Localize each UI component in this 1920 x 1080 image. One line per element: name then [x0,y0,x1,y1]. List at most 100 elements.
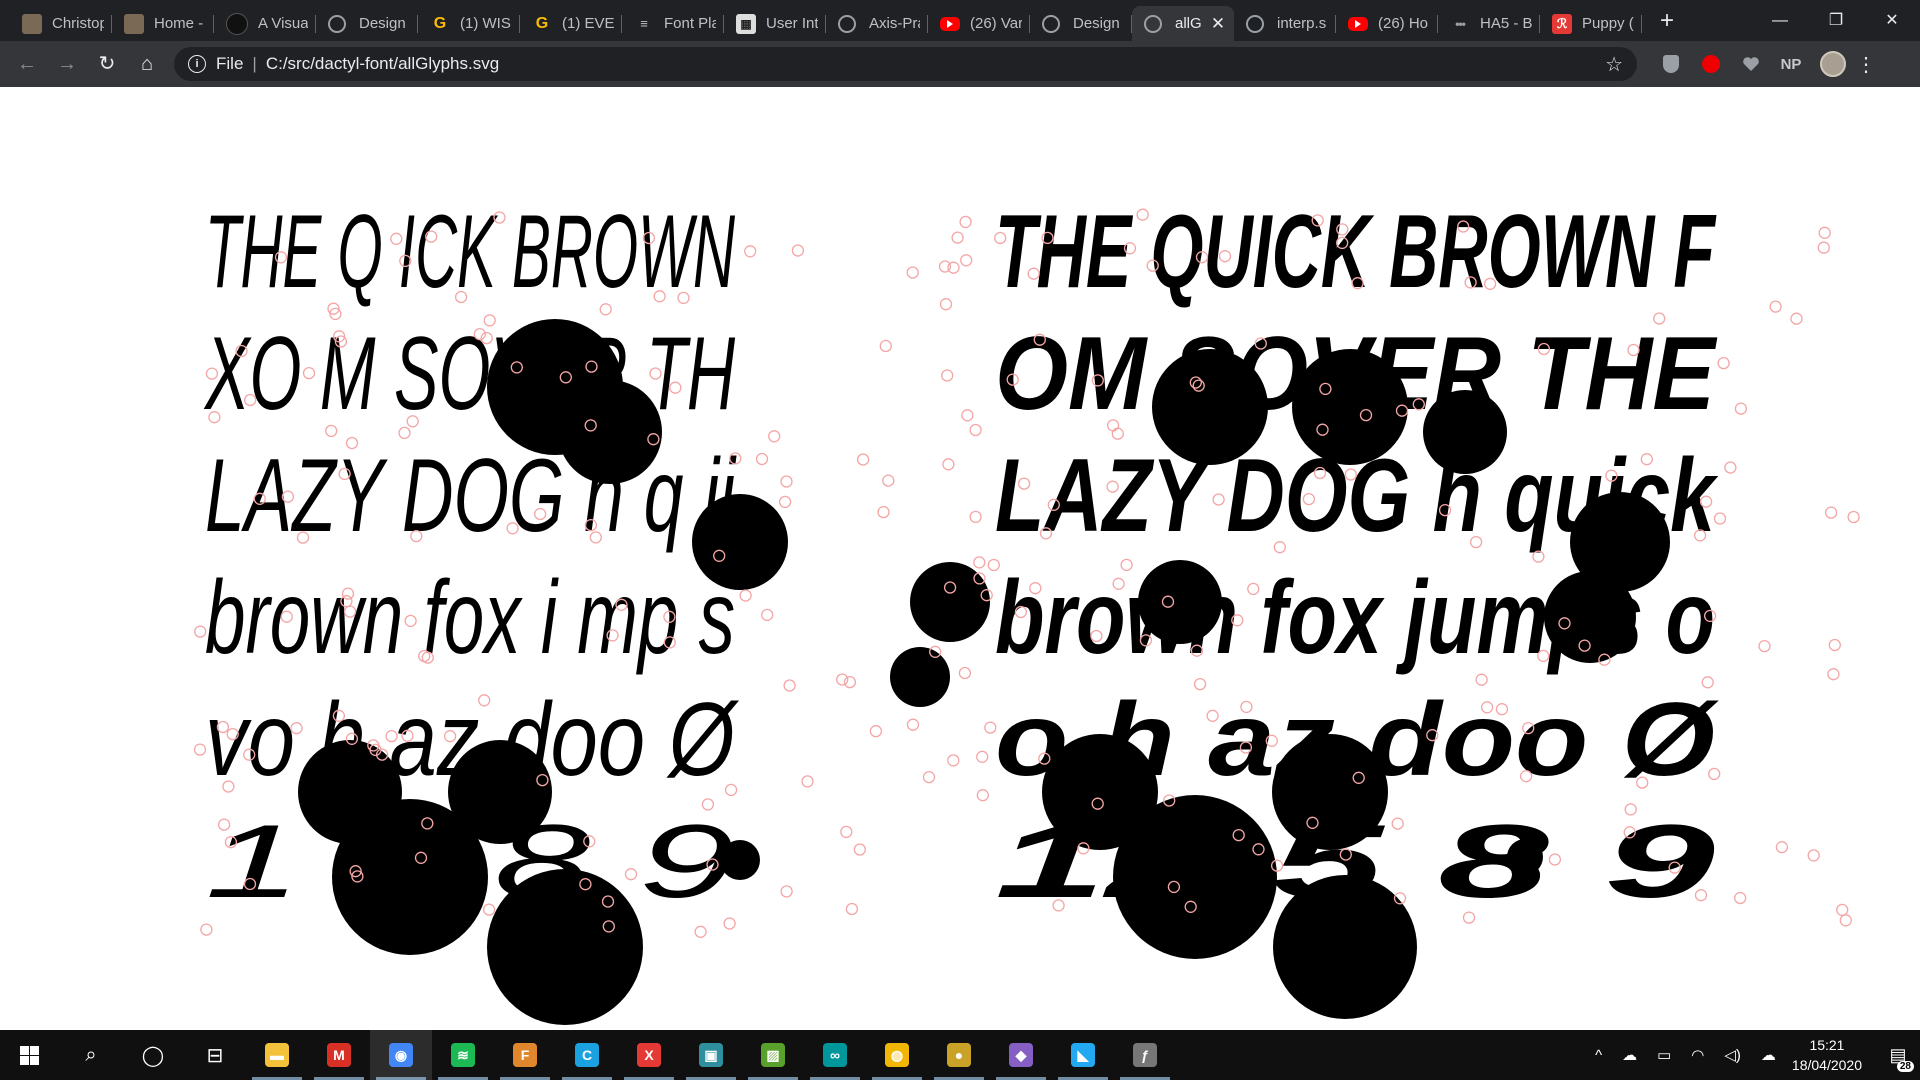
minimize-button[interactable]: — [1752,0,1808,41]
tab-10[interactable]: Design [1030,6,1132,41]
glyph-line: brown fox jumps o [995,560,1715,676]
youtube-icon [940,16,960,31]
photo-icon [124,13,144,34]
tab-6[interactable]: ≡ Font Pla [622,6,724,41]
control-point-marker [761,608,774,622]
fontforge-taskbar-icon[interactable]: F [494,1030,556,1080]
reload-button[interactable]: ↻ [92,49,122,79]
control-point-marker [960,254,973,267]
control-point-marker [1818,226,1831,239]
tab-label: interp.s [1277,15,1327,32]
control-point-marker [1724,461,1737,474]
chrome-taskbar-icon[interactable]: ◉ [370,1030,432,1080]
control-point-marker [942,458,955,471]
g-icon: G [535,14,549,32]
control-point-marker [801,775,814,788]
control-point-marker [961,409,974,422]
task-view-taskbar-icon[interactable]: ⊟ [184,1030,246,1080]
site-info-icon[interactable]: i [188,55,206,73]
tab-15[interactable]: ℛ Puppy ( [1540,6,1642,41]
tab-0[interactable]: Christop [10,6,112,41]
control-point-marker [1758,639,1771,653]
tab-label: (1) EVEF [562,15,614,32]
visual-studio-taskbar-icon[interactable]: ◆ [990,1030,1052,1080]
globe-icon [1042,14,1060,33]
profile-avatar[interactable] [1820,51,1846,77]
new-tab-button[interactable]: + [1652,6,1682,36]
spotify-taskbar-icon[interactable]: ≋ [432,1030,494,1080]
tab-1[interactable]: Home - [112,6,214,41]
heart-puzzle-icon [1743,57,1759,71]
home-button[interactable]: ⌂ [132,49,162,79]
arduino-taskbar-icon[interactable]: ∞ [804,1030,866,1080]
url-text[interactable]: C:/src/dactyl-font/allGlyphs.svg [266,54,1605,74]
volume-tray-icon[interactable]: ◁) [1724,1046,1741,1064]
control-point-marker [840,825,853,839]
start-button[interactable] [0,1030,58,1080]
paint-taskbar-icon[interactable]: ▨ [742,1030,804,1080]
tray-chevron-icon[interactable]: ^ [1595,1047,1602,1064]
tab-3[interactable]: Design [316,6,418,41]
puzzle-extension-icon[interactable] [1736,49,1766,79]
globe-app-icon: ● [947,1043,971,1067]
action-center-button[interactable]: ▤ 28 [1876,1030,1920,1080]
control-point-marker [780,885,793,898]
dropbox-tray-icon[interactable]: ☁ [1622,1046,1637,1064]
bulb-icon: ◍ [885,1043,909,1067]
cortana-taskbar-icon[interactable]: ◯ [122,1030,184,1080]
tab-label: Font Pla [664,15,716,32]
red-hand-extension-icon[interactable] [1696,49,1726,79]
bookmark-star-icon[interactable]: ☆ [1605,52,1623,77]
control-point-marker [739,589,752,602]
search-icon: ⌕ [85,1043,97,1066]
forward-button[interactable]: → [52,49,82,79]
control-point-marker [869,725,883,738]
tab-2[interactable]: A Visual [214,6,316,41]
control-point-marker [1807,849,1820,862]
tab-7[interactable]: ▦ User Int [724,6,826,41]
excel-like-taskbar-icon[interactable]: X [618,1030,680,1080]
glyph-line: LAZY DOG h quick [995,438,1719,554]
c-app-taskbar-icon[interactable]: C [556,1030,618,1080]
terminal-taskbar-icon[interactable]: ▣ [680,1030,742,1080]
back-button[interactable]: ← [12,49,42,79]
control-point-marker [193,743,207,756]
control-point-marker [1828,638,1841,652]
control-point-marker [845,902,859,916]
tab-8[interactable]: Axis-Pra [826,6,928,41]
address-bar[interactable]: i File | C:/src/dactyl-font/allGlyphs.sv… [174,47,1637,81]
glyph-line: THE QUICK BROWN F [995,194,1717,310]
glyph-line: 12 5 8 9 [995,804,1715,920]
control-point-marker [877,505,890,519]
control-point-marker [1769,300,1782,313]
restore-button[interactable]: ❐ [1808,0,1864,41]
chrome-icon: ◉ [389,1043,413,1067]
system-tray: ^ ☁ ▭ ◠ ◁) ☁ 15:21 18/04/2020 ▤ 28 [1585,1030,1920,1080]
taskbar-clock[interactable]: 15:21 18/04/2020 [1792,1035,1862,1075]
globe-app-taskbar-icon[interactable]: ● [928,1030,990,1080]
battery-tray-icon[interactable]: ▭ [1657,1046,1671,1064]
all-glyphs-svg: THE Q ICK BROWNXO M SOVER THLAZY DOG h q… [193,194,1860,1025]
onedrive-tray-icon[interactable]: ☁ [1761,1046,1776,1064]
gmail-taskbar-icon[interactable]: M [308,1030,370,1080]
search-taskbar-icon[interactable]: ⌕ [60,1030,122,1080]
tab-14[interactable]: ••• HA5 - B [1438,6,1540,41]
wifi-tray-icon[interactable]: ◠ [1691,1046,1704,1064]
tab-11[interactable]: allG ✕ [1132,6,1234,41]
shield-extension-icon[interactable] [1656,49,1686,79]
glyph-blob [910,562,990,642]
file-explorer-taskbar-icon[interactable]: ▬ [246,1030,308,1080]
tab-9[interactable]: (26) Var [928,6,1030,41]
tab-close-button[interactable]: ✕ [1210,14,1226,34]
close-window-button[interactable]: ✕ [1864,0,1920,41]
np-extension-icon[interactable]: NP [1776,49,1806,79]
browser-menu-button[interactable]: ⋮ [1856,52,1876,77]
tab-4[interactable]: G (1) WISI [418,6,520,41]
tab-13[interactable]: (26) Ho [1336,6,1438,41]
glyph-line: LAZY DOG h q ii [205,438,737,554]
tab-12[interactable]: interp.s [1234,6,1336,41]
fontlab-taskbar-icon[interactable]: ƒ [1114,1030,1176,1080]
tab-5[interactable]: G (1) EVEF [520,6,622,41]
vscode-taskbar-icon[interactable]: ◣ [1052,1030,1114,1080]
bulb-taskbar-icon[interactable]: ◍ [866,1030,928,1080]
